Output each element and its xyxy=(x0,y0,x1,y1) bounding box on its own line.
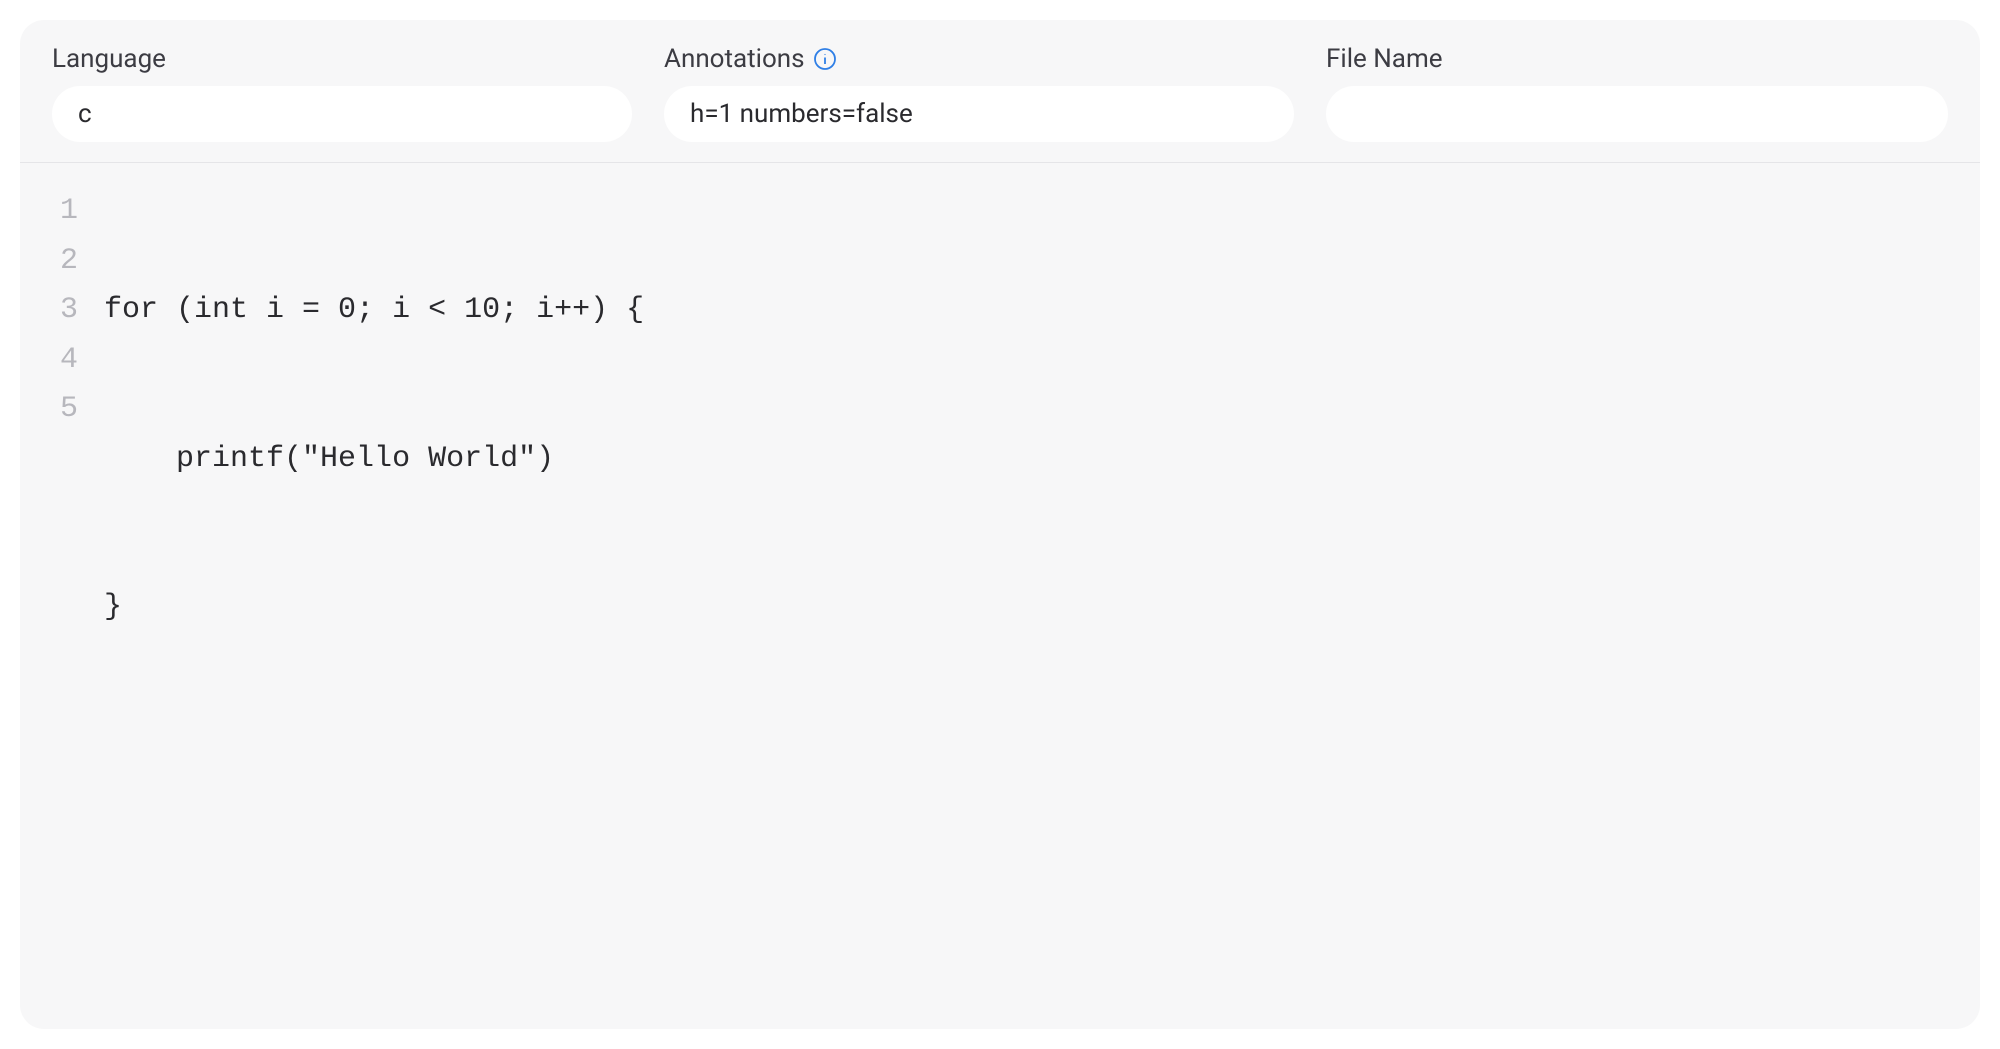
code-line: for (int i = 0; i < 10; i++) { xyxy=(104,286,1980,336)
header-row: Language Annotations File Name xyxy=(20,20,1980,163)
line-numbers-gutter: 1 2 3 4 5 xyxy=(20,187,104,1029)
code-snippet-panel: Language Annotations File Name xyxy=(20,20,1980,1029)
language-input[interactable] xyxy=(52,86,632,142)
filename-label-text: File Name xyxy=(1326,44,1443,74)
language-label: Language xyxy=(52,44,632,74)
annotations-input[interactable] xyxy=(664,86,1294,142)
code-line: } xyxy=(104,583,1980,633)
info-icon[interactable] xyxy=(813,47,837,71)
code-line xyxy=(104,732,1980,782)
code-content[interactable]: for (int i = 0; i < 10; i++) { printf("H… xyxy=(104,187,1980,1029)
line-number: 2 xyxy=(60,237,78,287)
language-label-text: Language xyxy=(52,44,166,74)
filename-field-group: File Name xyxy=(1326,44,1948,142)
annotations-label-text: Annotations xyxy=(664,44,805,74)
annotations-label: Annotations xyxy=(664,44,1294,74)
code-line: printf("Hello World") xyxy=(104,435,1980,485)
filename-input[interactable] xyxy=(1326,86,1948,142)
line-number: 1 xyxy=(60,187,78,237)
line-number: 3 xyxy=(60,286,78,336)
code-line xyxy=(104,880,1980,930)
filename-label: File Name xyxy=(1326,44,1948,74)
line-number: 5 xyxy=(60,385,78,435)
annotations-field-group: Annotations xyxy=(664,44,1294,142)
line-number: 4 xyxy=(60,336,78,386)
language-field-group: Language xyxy=(52,44,632,142)
